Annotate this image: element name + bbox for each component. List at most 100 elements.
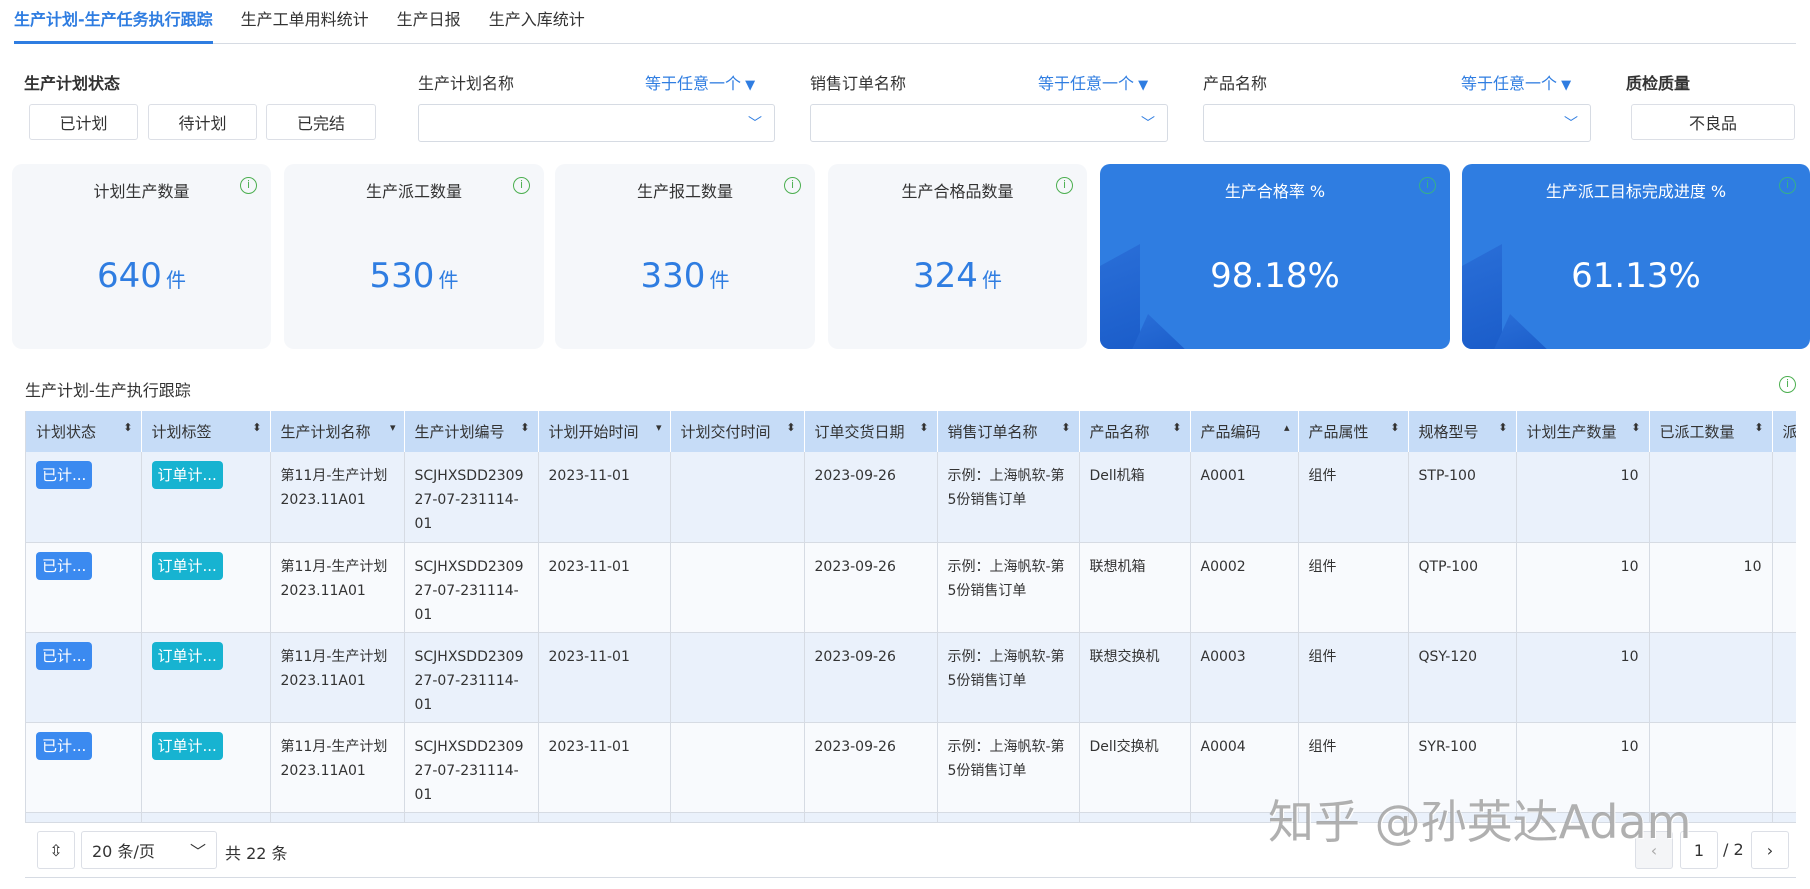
next-page-button[interactable]: ›: [1751, 831, 1789, 869]
total-pages: / 2: [1723, 840, 1744, 859]
column-header[interactable]: 订单交货日期 ⬍: [804, 411, 938, 452]
column-header[interactable]: 产品属性 ⬍: [1298, 411, 1409, 452]
column-header-label: 计划开始时间: [548, 423, 639, 441]
column-header[interactable]: 销售订单名称 ⬍: [937, 411, 1080, 452]
table-cell: 示例：上海帆软-第5份销售订单: [937, 632, 1080, 723]
column-header[interactable]: 计划开始时间 ▾: [538, 411, 671, 452]
product-name-select[interactable]: ﹀: [1203, 104, 1591, 142]
info-icon[interactable]: i: [1419, 177, 1436, 194]
sort-icon[interactable]: ▴: [1284, 421, 1290, 434]
column-header[interactable]: 计划状态 ⬍: [26, 411, 142, 452]
card-title: 计划生产数量: [93, 182, 190, 201]
table-cell: 已计...: [26, 452, 142, 543]
column-header[interactable]: 生产计划名称 ▾: [270, 411, 405, 452]
row-height-toggle-icon[interactable]: ⇳: [37, 831, 75, 869]
sort-icon[interactable]: ⬍: [1631, 421, 1640, 434]
tab-warehousing[interactable]: 生产入库统计: [489, 0, 585, 44]
status-badge[interactable]: 已计...: [36, 641, 93, 670]
info-icon[interactable]: i: [784, 177, 801, 194]
table-cell: 订单计...: [141, 542, 271, 633]
kpi-card-planned-qty: 计划生产数量 i 640 件: [12, 164, 271, 349]
sort-icon[interactable]: ⬍: [1061, 421, 1070, 434]
tag-badge[interactable]: 订单计...: [151, 731, 223, 760]
status-badge[interactable]: 已计...: [36, 461, 93, 489]
cell-text: A0004: [1200, 738, 1246, 755]
product-name-operator[interactable]: 等于任意一个: [1461, 70, 1571, 94]
card-value: 330: [640, 256, 706, 296]
order-name-select[interactable]: ﹀: [810, 104, 1168, 142]
page-size-value: 20 条/页: [92, 842, 155, 861]
sort-icon[interactable]: ▾: [656, 421, 662, 434]
sort-icon[interactable]: ⬍: [1172, 421, 1181, 434]
tab-daily-report[interactable]: 生产日报: [397, 0, 461, 44]
column-header[interactable]: 计划交付时间 ⬍: [670, 411, 805, 452]
sort-icon[interactable]: ▾: [390, 421, 396, 434]
sort-icon[interactable]: ⬍: [252, 421, 261, 434]
status-closed-button[interactable]: 已完结: [266, 104, 376, 140]
card-title: 生产派工数量: [365, 182, 462, 201]
table-cell: 第11月-生产计划2023.11A01: [270, 452, 405, 543]
table-cell: 示例：上海帆软-第5份销售订单: [937, 722, 1080, 813]
page-size-select[interactable]: 20 条/页 ﹀: [81, 831, 217, 869]
status-planned-button[interactable]: 已计划: [29, 104, 138, 140]
sort-icon[interactable]: ⬍: [1754, 421, 1763, 434]
plan-name-operator[interactable]: 等于任意一个: [645, 70, 755, 94]
info-icon[interactable]: i: [240, 177, 257, 194]
sort-icon[interactable]: ⬍: [919, 421, 928, 434]
column-header[interactable]: 产品编码 ▴: [1190, 411, 1299, 452]
info-icon[interactable]: i: [513, 177, 530, 194]
table-cell: A0003: [1190, 632, 1299, 723]
quality-defective-button[interactable]: 不良品: [1631, 104, 1795, 140]
card-title: 生产合格品数量: [901, 182, 1014, 201]
cell-text: 2023-11-01: [548, 648, 630, 665]
table-cell: A0001: [1190, 452, 1299, 543]
status-badge[interactable]: 已计...: [36, 551, 93, 580]
table-cell: [937, 812, 1080, 822]
status-badge[interactable]: 已计...: [36, 731, 93, 760]
column-header[interactable]: 计划标签 ⬍: [141, 411, 271, 452]
info-icon[interactable]: i: [1779, 376, 1796, 393]
sort-icon[interactable]: ⬍: [786, 421, 795, 434]
table-cell: SCJHXSDD230927-07-231114-01: [404, 722, 539, 813]
info-icon[interactable]: i: [1056, 177, 1073, 194]
table-cell: [804, 812, 938, 822]
chevron-down-icon: ﹀: [748, 116, 762, 132]
column-header[interactable]: 已派工数量 ⬍: [1649, 411, 1773, 452]
tag-badge[interactable]: 订单计...: [151, 641, 223, 670]
sort-icon[interactable]: ⬍: [123, 421, 132, 434]
table-row[interactable]: 已计... 订单计... 第11月-生产计划2023.11A01 SCJHXSDD23…: [26, 632, 1796, 723]
status-pending-button[interactable]: 待计划: [148, 104, 257, 140]
order-name-operator[interactable]: 等于任意一个: [1038, 70, 1148, 94]
cell-text: Dell机箱: [1089, 468, 1145, 484]
column-header[interactable]: 派: [1772, 411, 1796, 452]
tag-badge[interactable]: 订单计...: [151, 461, 223, 489]
cell-text: 示例：上海帆软-第5份销售订单: [947, 648, 1065, 689]
cell-text: 10: [1620, 558, 1639, 575]
column-header-label: 已派工数量: [1659, 423, 1735, 441]
column-header[interactable]: 产品名称 ⬍: [1079, 411, 1191, 452]
column-header[interactable]: 生产计划编号 ⬍: [404, 411, 539, 452]
column-header-label: 派: [1783, 423, 1797, 441]
table-row[interactable]: 已计... 订单计... 第11月-生产计划2023.11A01 SCJHXSDD23…: [26, 542, 1796, 633]
sort-icon[interactable]: ⬍: [520, 421, 529, 434]
column-header-label: 计划交付时间: [680, 423, 771, 441]
cell-text: 组件: [1308, 648, 1337, 665]
tab-production-tracking[interactable]: 生产计划-生产任务执行跟踪: [14, 0, 213, 44]
plan-name-select[interactable]: ﹀: [418, 104, 775, 142]
info-icon[interactable]: i: [1779, 177, 1796, 194]
column-header-label: 产品编码: [1200, 423, 1261, 441]
column-header[interactable]: 计划生产数量 ⬍: [1516, 411, 1650, 452]
column-header[interactable]: 规格型号 ⬍: [1408, 411, 1517, 452]
table-cell: [1772, 542, 1796, 633]
table-cell: 组件: [1298, 632, 1409, 723]
sort-icon[interactable]: ⬍: [1390, 421, 1399, 434]
tag-badge[interactable]: 订单计...: [151, 551, 223, 580]
cell-text: 第11月-生产计划2023.11A01: [280, 468, 388, 508]
table-cell: 示例：上海帆软-第5份销售订单: [937, 542, 1080, 633]
table-row[interactable]: 已计... 订单计... 第11月-生产计划2023.11A01 SCJHXSDD23…: [26, 452, 1796, 543]
sort-icon[interactable]: ⬍: [1498, 421, 1507, 434]
table-cell: 2023-09-26: [804, 632, 938, 723]
tab-material-usage[interactable]: 生产工单用料统计: [241, 0, 369, 44]
cell-text: QSY-120: [1418, 648, 1478, 665]
cell-text: 示例：上海帆软-第5份销售订单: [947, 468, 1065, 508]
